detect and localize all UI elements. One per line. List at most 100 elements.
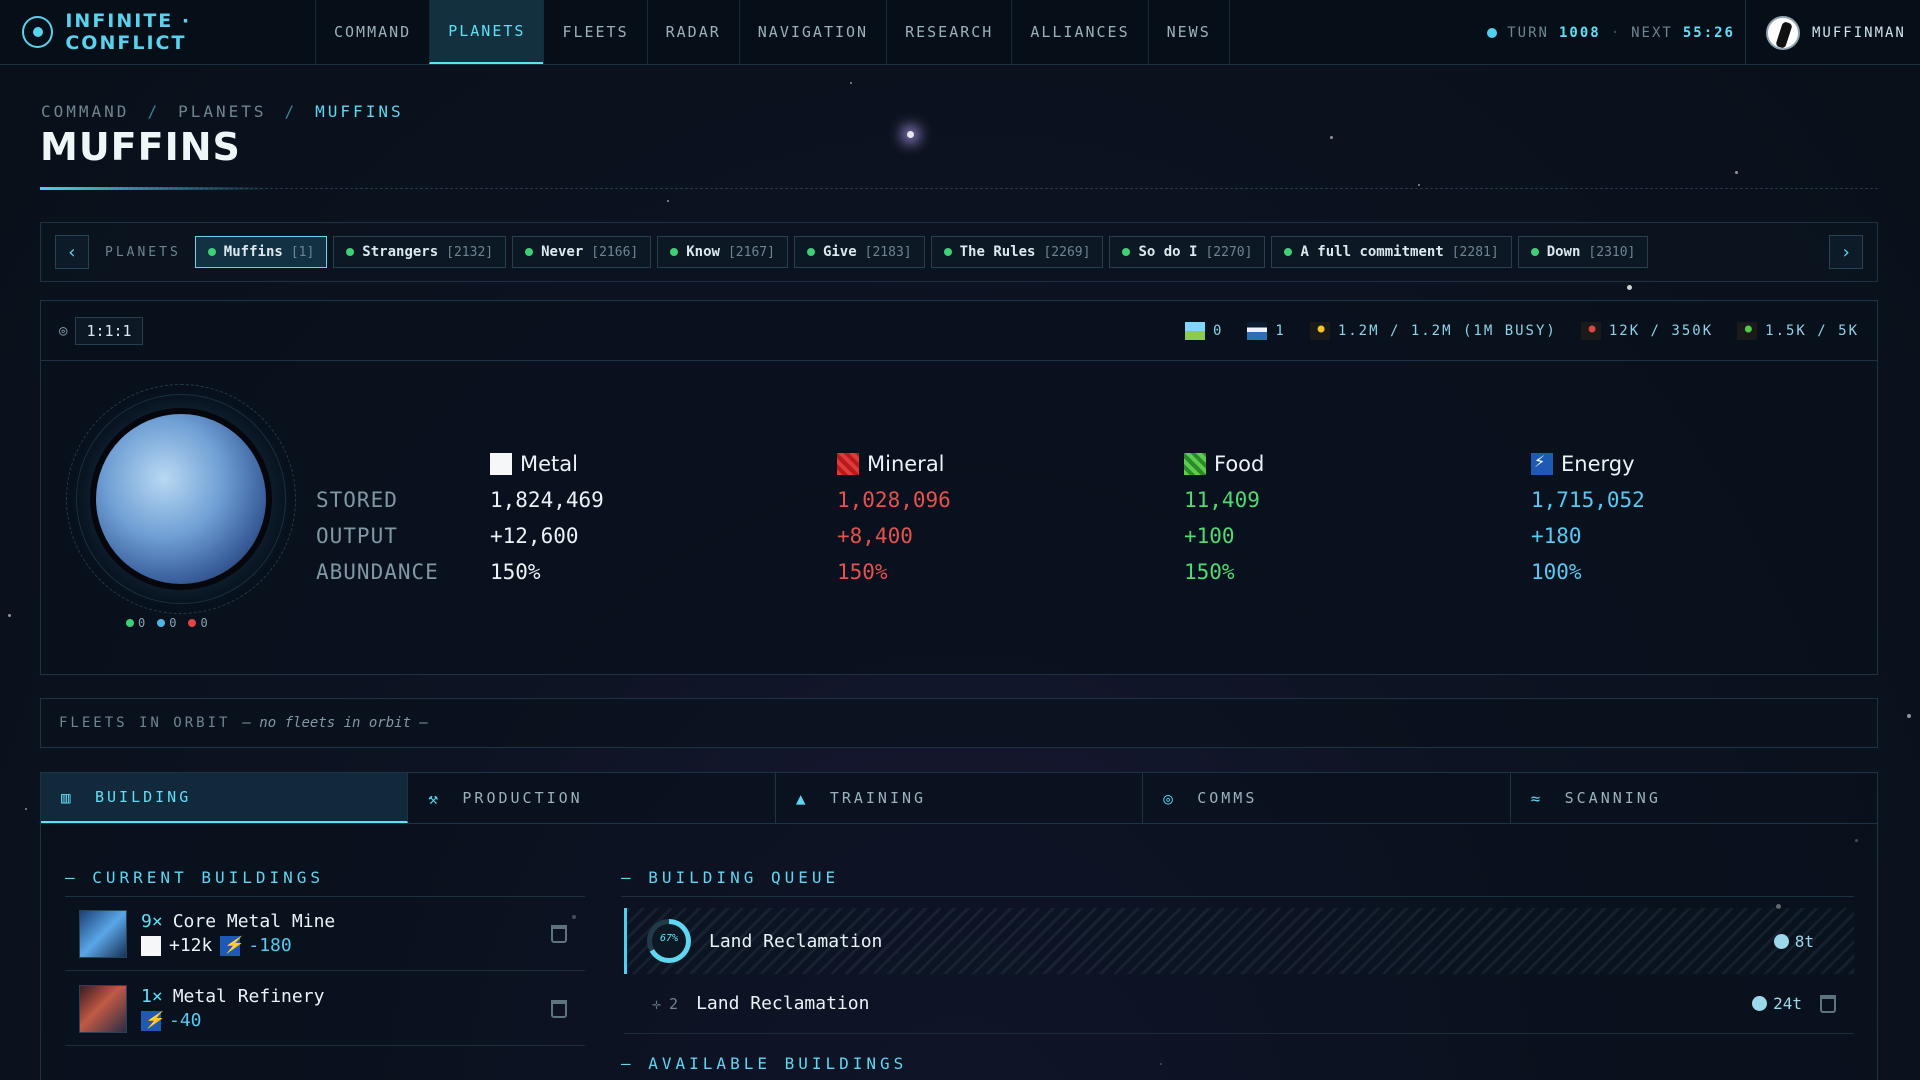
top-bar: INFINITE · CONFLICT COMMAND PLANETS FLEE… — [0, 0, 1920, 65]
energy-effect: -180 — [248, 935, 292, 956]
wifi-icon: ≈ — [1530, 788, 1544, 808]
tab-comms[interactable]: ◎ COMMS — [1143, 773, 1511, 823]
tab-scanning[interactable]: ≈ SCANNING — [1511, 773, 1877, 823]
planet-chip-strangers[interactable]: Strangers [2132] — [333, 236, 507, 268]
fleets-in-orbit: FLEETS IN ORBIT — no fleets in orbit — — [40, 698, 1878, 748]
tab-building[interactable]: ▥ BUILDING — [41, 773, 409, 823]
food-abundance: 150% — [1184, 560, 1235, 584]
tab-production[interactable]: ⚒ PRODUCTION — [408, 773, 776, 823]
queue-item-active: 67% Land Reclamation 8t — [624, 908, 1854, 974]
factory-icon: ▥ — [61, 787, 74, 807]
planet-chip-a-full-commitment[interactable]: A full commitment [2281] — [1271, 236, 1512, 268]
planet-chip-list: Muffins [1] Strangers [2132] Never [2166] K… — [194, 236, 1821, 268]
planet-chip-the-rules[interactable]: The Rules [2269] — [930, 236, 1104, 268]
delete-building-icon[interactable] — [551, 924, 567, 943]
planet-chip-name: Never — [541, 244, 584, 260]
agriculture-value: 1.5K / 5K — [1765, 322, 1859, 339]
farmer-icon — [1737, 316, 1758, 344]
metal-icon — [490, 453, 512, 475]
nav-command[interactable]: COMMAND — [315, 0, 429, 64]
user-menu[interactable]: MUFFINMAN — [1745, 0, 1920, 65]
planet-chip-give[interactable]: Give [2183] — [793, 236, 925, 268]
title-divider — [40, 187, 1878, 190]
building-row-metal-refinery: 1× Metal Refinery -40 — [65, 972, 585, 1046]
main-nav: COMMAND PLANETS FLEETS RADAR NAVIGATION … — [315, 0, 1230, 64]
planet-chip-down[interactable]: Down [2310] — [1517, 236, 1649, 268]
next-planet-button[interactable]: › — [1829, 235, 1863, 269]
tab-training[interactable]: ▲ TRAINING — [776, 773, 1144, 823]
military-value: 12K / 350K — [1608, 322, 1714, 339]
status-dot-icon — [1530, 248, 1539, 256]
soldier-icon — [1580, 316, 1601, 344]
nav-alliances[interactable]: ALLIANCES — [1011, 0, 1147, 64]
building-tab-panel: — CURRENT BUILDINGS 9× Core Metal Mine +1… — [40, 824, 1878, 1080]
planet-chip-so-do-i[interactable]: So do I [2270] — [1109, 236, 1266, 268]
output-label: OUTPUT — [316, 524, 398, 548]
remove-queue-item-icon[interactable] — [1820, 994, 1836, 1013]
breadcrumb-planets[interactable]: PLANETS — [178, 102, 266, 121]
queue-item[interactable]: ✛ 2 Land Reclamation 24t — [624, 974, 1854, 1034]
metal-output: +12,600 — [490, 524, 579, 548]
prev-planet-button[interactable]: ‹ — [55, 235, 89, 269]
planet-chip-id: [2269] — [1043, 244, 1091, 260]
planet-chip-muffins[interactable]: Muffins [1] — [194, 236, 328, 268]
planet-chip-id: [2167] — [727, 244, 775, 260]
building-title: 9× Core Metal Mine — [141, 911, 551, 932]
turn-separator: · — [1610, 24, 1622, 41]
queue-item-time: 8t — [1773, 932, 1814, 951]
brand[interactable]: INFINITE · CONFLICT — [0, 0, 315, 64]
drag-handle-icon[interactable]: ✛ — [652, 995, 661, 1013]
resource-header-mineral: Mineral — [837, 452, 1184, 476]
graduation-cap-icon: ▲ — [795, 788, 809, 808]
planet-chip-id: [2281] — [1451, 244, 1499, 260]
land-value: 0 — [1212, 322, 1224, 339]
metal-icon — [141, 935, 161, 956]
clock-icon — [1752, 996, 1768, 1011]
resource-header-food: Food — [1184, 452, 1531, 476]
app-title: INFINITE · CONFLICT — [65, 10, 192, 54]
nav-research[interactable]: RESEARCH — [886, 0, 1011, 64]
planet-chip-never[interactable]: Never [2166] — [512, 236, 652, 268]
energy-icon — [1531, 452, 1553, 475]
blue-count: 0 — [157, 616, 176, 630]
population-value: 1.2M / 1.2M (1M BUSY) — [1337, 322, 1557, 339]
nav-radar[interactable]: RADAR — [646, 0, 739, 64]
green-dot-icon — [126, 619, 134, 627]
building-info: 1× Metal Refinery -40 — [141, 986, 551, 1031]
nav-navigation[interactable]: NAVIGATION — [738, 0, 886, 64]
planet-chip-id: [2183] — [864, 244, 912, 260]
hammer-icon: ⚒ — [428, 788, 442, 808]
delete-building-icon[interactable] — [551, 999, 567, 1018]
building-effects: -40 — [141, 1010, 551, 1031]
planet-chip-id: [2132] — [446, 244, 494, 260]
planet-chip-name: Down — [1546, 244, 1581, 260]
planet-panel-header: ◎ 1:1:1 0 1 1.2M / 1.2M (1M BUSY) 12K / … — [41, 301, 1877, 361]
breadcrumb-current: MUFFINS — [315, 102, 404, 121]
queue-item-time: 24t — [1752, 994, 1802, 1013]
land-icon — [1184, 321, 1205, 340]
turn-value: 1008 — [1558, 24, 1601, 41]
planet-chip-name: Muffins — [223, 244, 283, 260]
land-stat: 0 — [1184, 321, 1224, 340]
build-progress-ring: 67% — [647, 919, 691, 963]
stored-label: STORED — [316, 488, 398, 512]
status-dot-icon — [207, 248, 216, 256]
building-effects: +12k -180 — [141, 935, 551, 956]
available-buildings-title: — AVAILABLE BUILDINGS — [621, 1054, 908, 1073]
planet-chip-name: A full commitment — [1300, 244, 1444, 260]
resource-header-row: Metal Mineral Food Energy — [316, 446, 1878, 482]
water-stat: 1 — [1247, 321, 1285, 340]
nav-planets[interactable]: PLANETS — [429, 0, 544, 64]
nav-fleets[interactable]: FLEETS — [543, 0, 646, 64]
planet-chip-id: [2310] — [1588, 244, 1636, 260]
energy-effect: -40 — [169, 1010, 202, 1031]
status-dot-icon — [1284, 248, 1293, 256]
nav-news[interactable]: NEWS — [1147, 0, 1230, 64]
status-dot-icon — [1122, 248, 1131, 256]
planet-chip-know[interactable]: Know [2167] — [657, 236, 788, 268]
planet-tabs: ▥ BUILDING ⚒ PRODUCTION ▲ TRAINING ◎ COMMS ≈… — [40, 772, 1878, 824]
breadcrumb-command[interactable]: COMMAND — [41, 102, 129, 121]
resource-table: Metal Mineral Food Energy STORED 1,824,4… — [316, 446, 1878, 590]
building-name: Core Metal Mine — [172, 911, 336, 932]
build-progress-label: 67% — [659, 933, 679, 944]
